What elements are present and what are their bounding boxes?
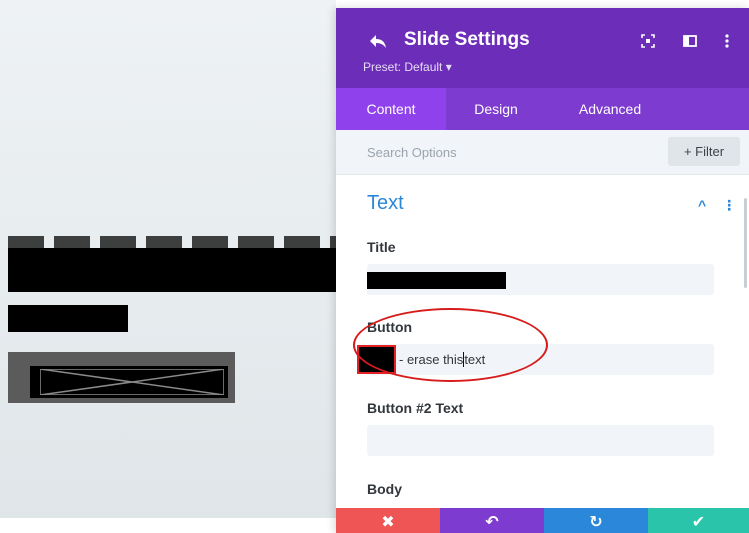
slide-button[interactable] xyxy=(8,352,235,403)
redo-icon: ↻ xyxy=(589,514,603,531)
filter-button[interactable]: + Filter xyxy=(668,137,740,166)
body-label: Body xyxy=(367,481,402,497)
search-options[interactable]: Search Options + Filter xyxy=(336,130,749,175)
tab-design[interactable]: Design xyxy=(446,88,546,130)
section-menu-icon[interactable]: ⋮ xyxy=(722,197,736,213)
title-value-redacted xyxy=(367,272,506,289)
action-bar: ✖ ↶ ↻ ✔ xyxy=(336,508,749,533)
undo-icon: ↶ xyxy=(485,514,499,531)
back-icon[interactable] xyxy=(369,32,387,50)
scrollbar[interactable] xyxy=(744,198,747,288)
title-label: Title xyxy=(367,239,396,255)
slide-subtitle-redacted xyxy=(8,305,128,332)
section-controls: ^ ⋮ xyxy=(698,197,736,214)
discard-button[interactable]: ✖ xyxy=(336,508,440,533)
redo-button[interactable]: ↻ xyxy=(544,508,648,533)
tab-content[interactable]: Content xyxy=(336,88,446,130)
preset-selector[interactable]: Preset: Default ▾ xyxy=(363,60,452,74)
slide-preview xyxy=(0,0,336,533)
check-icon: ✔ xyxy=(691,514,706,531)
title-input[interactable] xyxy=(367,264,714,295)
tab-advanced[interactable]: Advanced xyxy=(546,88,674,130)
button-value-redacted xyxy=(357,345,396,374)
slide-title-redacted xyxy=(8,248,336,292)
button-label: Button xyxy=(367,319,413,335)
button2-label: Button #2 Text xyxy=(367,400,464,416)
collapse-icon[interactable]: ^ xyxy=(698,197,706,213)
tab-bar: Content Design Advanced xyxy=(336,88,749,130)
slide-button-redacted xyxy=(30,366,228,398)
preview-bottom-edge xyxy=(0,518,336,533)
panel-header: Slide Settings Preset: Default ▾ xyxy=(336,8,749,88)
split-view-icon[interactable] xyxy=(682,33,698,49)
more-icon[interactable] xyxy=(719,33,735,49)
settings-panel: Slide Settings Preset: Default ▾ Content… xyxy=(336,8,749,533)
button-text-value: - erase thistext xyxy=(399,352,486,367)
section-title-text[interactable]: Text xyxy=(367,192,404,215)
button-text-input[interactable]: - erase thistext xyxy=(353,308,714,382)
undo-button[interactable]: ↶ xyxy=(440,508,544,533)
responsive-icon[interactable] xyxy=(640,33,656,49)
close-icon: ✖ xyxy=(381,514,395,531)
crossed-box-icon xyxy=(40,369,224,395)
save-button[interactable]: ✔ xyxy=(648,508,749,533)
search-input[interactable]: Search Options xyxy=(367,145,457,160)
panel-title: Slide Settings xyxy=(404,29,530,50)
button2-text-input[interactable] xyxy=(367,425,714,456)
